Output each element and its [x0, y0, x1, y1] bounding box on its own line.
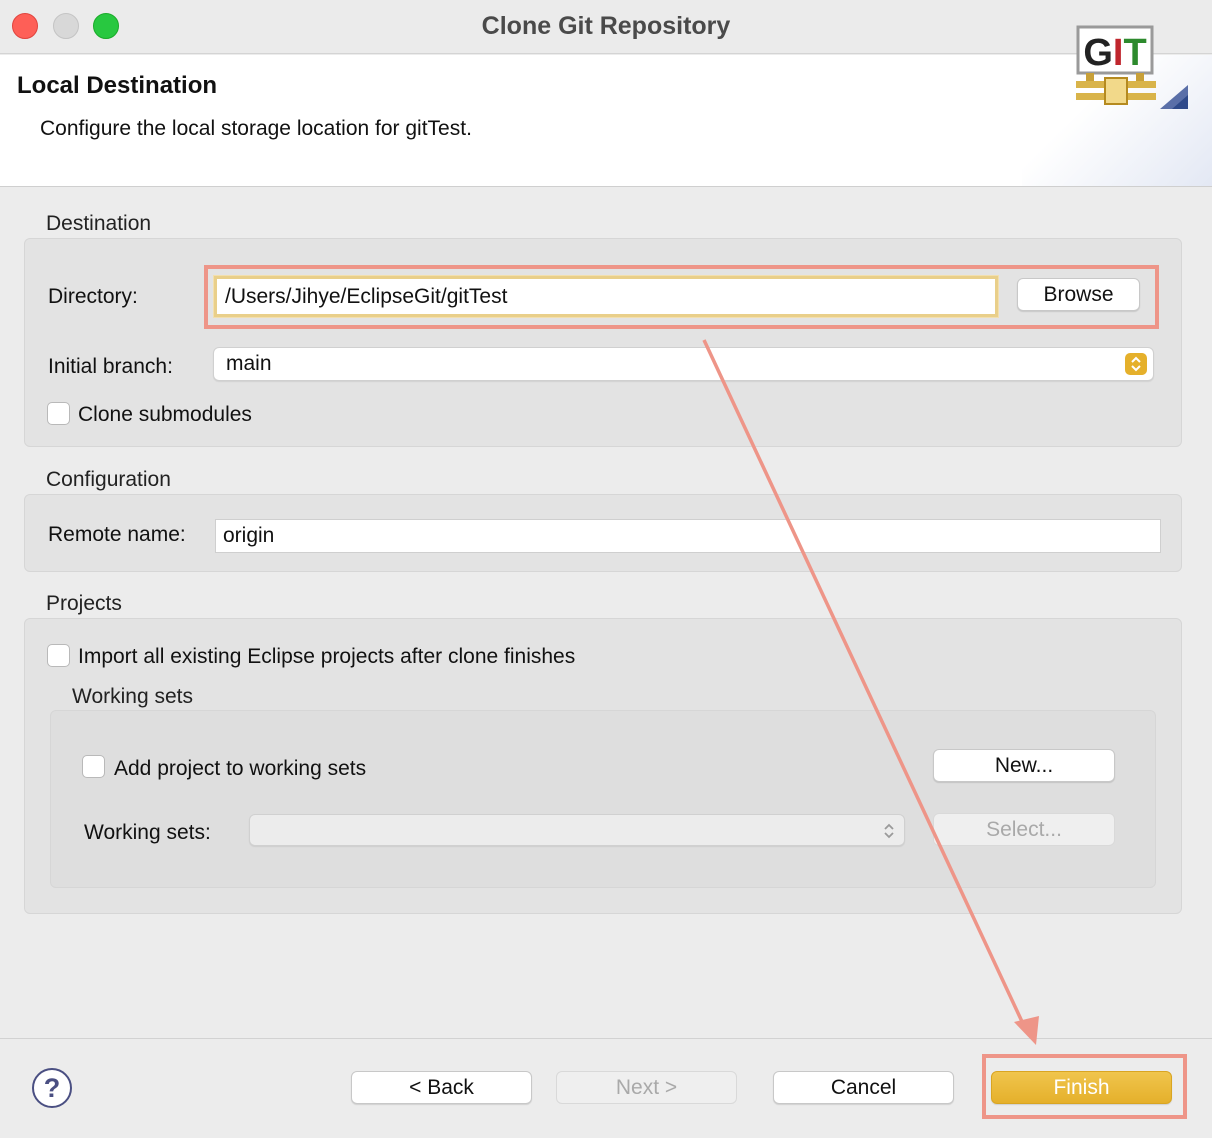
back-button[interactable]: < Back	[351, 1071, 532, 1104]
page-description: Configure the local storage location for…	[40, 117, 472, 140]
next-button[interactable]: Next >	[556, 1071, 737, 1104]
working-sets-group-label: Working sets	[72, 685, 193, 708]
remote-name-input[interactable]: origin	[215, 519, 1161, 553]
add-to-working-sets-checkbox[interactable]	[82, 755, 105, 778]
remote-name-value: origin	[223, 524, 275, 547]
configuration-group-label: Configuration	[46, 468, 171, 491]
git-logo-icon: GIT	[1076, 25, 1188, 109]
add-to-working-sets-label: Add project to working sets	[114, 757, 367, 780]
window-titlebar: Clone Git Repository	[0, 0, 1212, 54]
working-sets-group	[50, 710, 1156, 888]
import-projects-label: Import all existing Eclipse projects aft…	[78, 645, 576, 668]
working-sets-label: Working sets:	[84, 821, 211, 844]
chevron-updown-icon	[882, 821, 896, 841]
page-title: Local Destination	[17, 72, 218, 99]
cancel-button[interactable]: Cancel	[773, 1071, 954, 1104]
chevron-updown-icon	[1125, 353, 1147, 375]
working-sets-select[interactable]	[249, 814, 905, 846]
clone-submodules-label: Clone submodules	[78, 403, 252, 426]
clone-submodules-checkbox[interactable]	[47, 402, 70, 425]
initial-branch-value: main	[226, 352, 272, 375]
finish-highlight-box	[982, 1054, 1187, 1119]
svg-text:GIT: GIT	[1083, 32, 1146, 74]
new-working-set-button[interactable]: New...	[933, 749, 1115, 782]
directory-highlight-box	[204, 265, 1159, 329]
projects-group-label: Projects	[46, 592, 122, 615]
select-working-sets-button[interactable]: Select...	[933, 813, 1115, 846]
initial-branch-label: Initial branch:	[48, 355, 173, 378]
wizard-header: Local Destination Configure the local st…	[0, 55, 1212, 187]
help-icon[interactable]: ?	[32, 1068, 72, 1108]
remote-name-label: Remote name:	[48, 523, 186, 546]
import-projects-checkbox[interactable]	[47, 644, 70, 667]
footer-divider	[0, 1038, 1212, 1039]
directory-label: Directory:	[48, 285, 138, 308]
destination-group-label: Destination	[46, 212, 152, 235]
initial-branch-select[interactable]: main	[213, 347, 1154, 381]
window-title: Clone Git Repository	[481, 12, 731, 40]
